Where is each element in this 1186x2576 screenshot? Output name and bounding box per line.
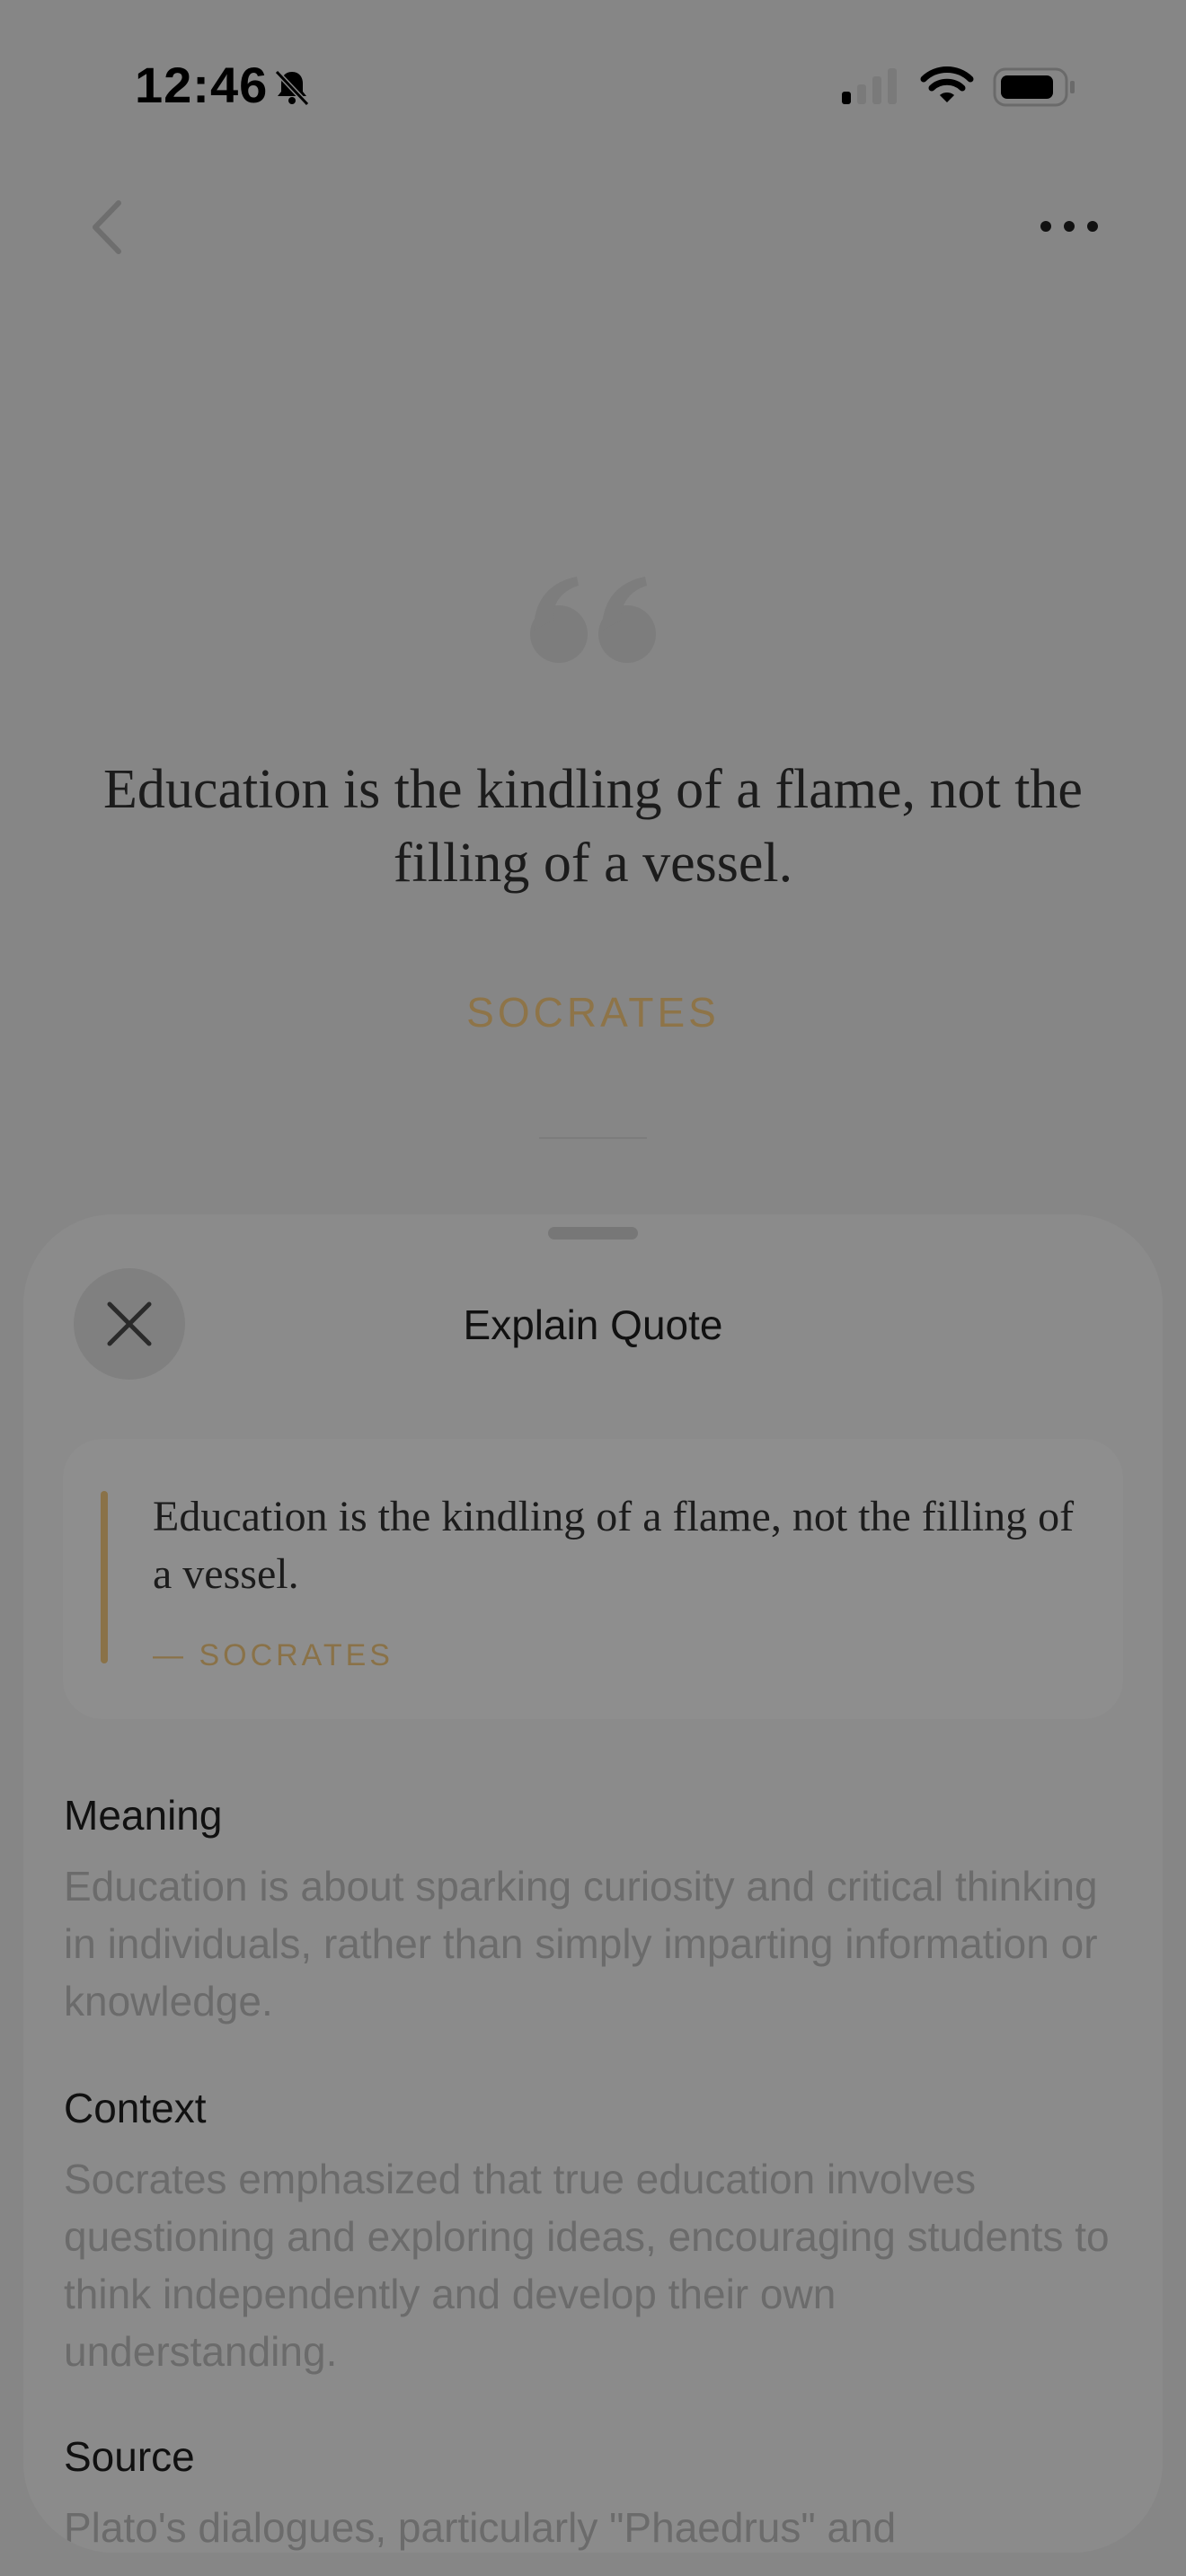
ellipsis-icon[interactable]: [1033, 207, 1105, 246]
battery-icon: [993, 67, 1075, 107]
card-quote-author: — SOCRATES: [153, 1638, 394, 1672]
quote-accent-bar: [101, 1491, 108, 1663]
section-body-meaning: Education is about sparking curiosity an…: [64, 1863, 1098, 2025]
section-title-source: Source: [64, 2433, 195, 2480]
cellular-signal-icon: [842, 68, 897, 104]
section-body-source: Plato's dialogues, particularly "Phaedru…: [64, 2504, 897, 2551]
quote-author[interactable]: SOCRATES: [0, 988, 1186, 1037]
section-body-context: Socrates emphasized that true education …: [64, 2156, 1110, 2375]
section-title-context: Context: [64, 2085, 207, 2131]
quote-card: Education is the kindling of a flame, no…: [63, 1439, 1123, 1719]
quotation-mark-icon: [530, 577, 656, 663]
explain-quote-sheet: Explain Quote Education is the kindling …: [23, 1214, 1163, 2553]
chevron-left-icon[interactable]: [83, 196, 137, 259]
sheet-grabber[interactable]: [548, 1227, 638, 1239]
status-time: 12:46: [135, 57, 269, 113]
quote-text: Education is the kindling of a flame, no…: [103, 759, 1083, 894]
wifi-icon: [920, 66, 974, 102]
bell-slash-icon: [274, 69, 310, 107]
sheet-title: Explain Quote: [463, 1301, 723, 1348]
divider: [539, 1137, 647, 1139]
screen: 12:46 Education is the kindling of a fla…: [0, 0, 1186, 2576]
section-title-meaning: Meaning: [64, 1792, 223, 1839]
card-quote-text: Education is the kindling of a flame, no…: [153, 1493, 1075, 1598]
